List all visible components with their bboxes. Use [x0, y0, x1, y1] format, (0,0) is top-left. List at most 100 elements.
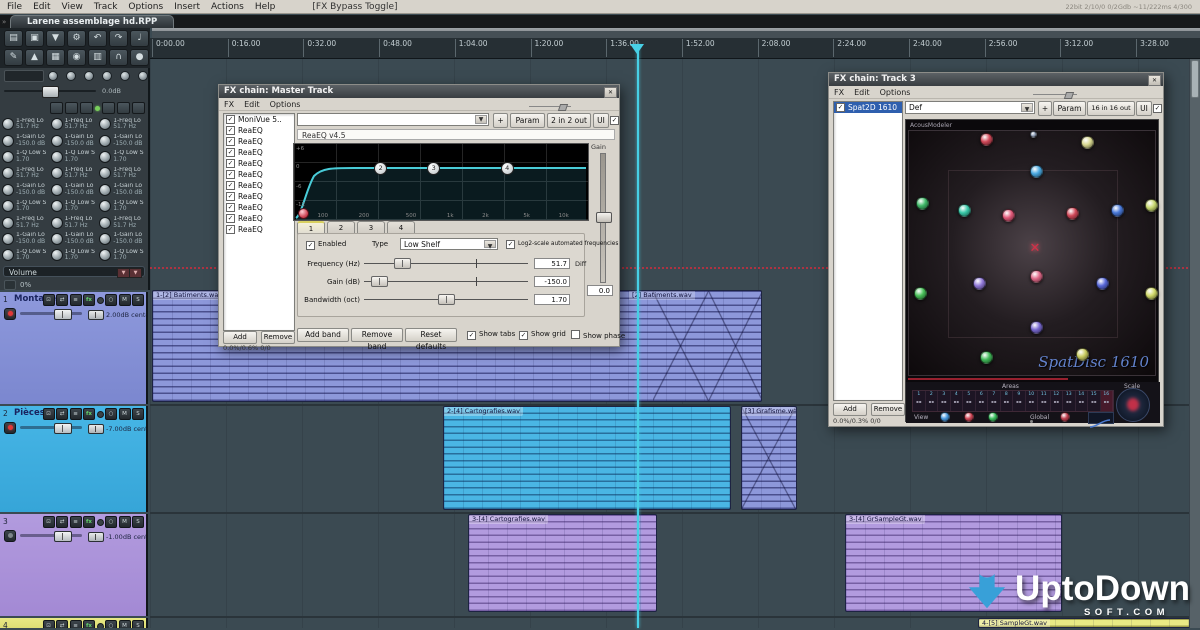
param-knob-cell[interactable]: 1-Gain Lo-150.0 dB — [51, 132, 100, 148]
menu-item-view[interactable]: View — [62, 2, 83, 12]
wet-dry-slider[interactable] — [1033, 92, 1077, 97]
save-project-icon[interactable]: ▼ — [46, 30, 65, 47]
window-title-bar[interactable]: FX chain: Track 3 — [829, 73, 1163, 86]
view-ball-blue[interactable] — [940, 412, 950, 422]
knob-icon[interactable] — [51, 118, 63, 130]
snap-icon[interactable]: ▲ — [25, 49, 44, 66]
knob-icon[interactable] — [99, 167, 111, 179]
menu-item-help[interactable]: Help — [255, 2, 276, 12]
check-show-phase[interactable]: Show phase — [571, 330, 625, 340]
slider-thumb[interactable] — [394, 258, 411, 269]
folder-button[interactable]: ⊡ — [43, 620, 55, 628]
window-menu-options[interactable]: Options — [880, 88, 911, 97]
menu-item-actions[interactable]: Actions — [211, 2, 244, 12]
window-title-bar[interactable]: FX chain: Master Track — [219, 85, 619, 98]
panner-ball[interactable] — [1145, 287, 1158, 300]
fx-checkbox[interactable]: ✓ — [226, 192, 235, 201]
chevron-down-icon[interactable]: ▼ — [1021, 103, 1033, 112]
record-arm-button[interactable] — [4, 308, 16, 320]
playhead-cursor[interactable] — [637, 44, 639, 628]
knob-icon[interactable] — [51, 249, 63, 261]
panel-tab[interactable] — [4, 70, 44, 82]
fx-list-item[interactable]: ✓ReaEQ — [224, 202, 294, 213]
param-knob-cell[interactable]: 1-Freq Lo51.7 Hz — [2, 116, 51, 132]
center-marker-icon[interactable]: ✕ — [1030, 241, 1041, 256]
channel-cell-5[interactable]: 5▪▪ — [963, 391, 976, 411]
param-value[interactable]: -150.0 — [534, 276, 570, 287]
param-knob-cell[interactable]: 1-Gain Lo-150.0 dB — [51, 182, 100, 198]
phase-button[interactable]: ○ — [105, 408, 117, 420]
fx-checkbox[interactable]: ✓ — [226, 225, 235, 234]
channel-cell-8[interactable]: 8▪▪ — [1001, 391, 1014, 411]
knob-icon[interactable] — [99, 118, 111, 130]
window-menu-fx[interactable]: FX — [224, 100, 234, 109]
media-item[interactable]: [3] Grafisme.wav — [741, 406, 797, 510]
param-value[interactable]: 51.7 — [534, 258, 570, 269]
param-knob-cell[interactable]: 1-Gain Lo-150.0 dB — [2, 132, 51, 148]
pan-knob[interactable] — [88, 310, 104, 320]
mini-knob-icon[interactable] — [48, 71, 58, 81]
check-show-tabs[interactable]: ✓Show tabs — [467, 330, 515, 340]
channel-cell-12[interactable]: 12▪▪ — [1051, 391, 1064, 411]
fader-thumb[interactable] — [54, 309, 72, 320]
grid-icon[interactable]: ▦ — [46, 49, 65, 66]
param-knob-cell[interactable]: 1-Q Low S1.70 — [2, 198, 51, 214]
param-knob-cell[interactable]: 1-Q Low S1.70 — [99, 247, 148, 263]
knob-icon[interactable] — [51, 200, 63, 212]
param-knob-cell[interactable]: 1-Gain Lo-150.0 dB — [99, 231, 148, 247]
menu-item-options[interactable]: Options — [128, 2, 163, 12]
param-knob-cell[interactable]: 1-Freq Lo51.7 Hz — [51, 165, 100, 181]
bottom-button-remove-band[interactable]: Remove band — [351, 328, 403, 342]
route-button[interactable]: ⇄ — [56, 516, 68, 528]
knob-icon[interactable] — [2, 118, 14, 130]
env-button[interactable]: ≡ — [70, 408, 82, 420]
envelope-down-button[interactable]: ▼ — [129, 268, 142, 278]
window-menu-options[interactable]: Options — [270, 100, 301, 109]
channel-cell-10[interactable]: 10▪▪ — [1026, 391, 1039, 411]
fx-list-item[interactable]: ✓ReaEQ — [224, 158, 294, 169]
volume-fader[interactable] — [20, 426, 82, 429]
route-button[interactable]: ⇄ — [56, 294, 68, 306]
param-knob-cell[interactable]: 1-Freq Lo51.7 Hz — [99, 165, 148, 181]
env-dot[interactable] — [97, 519, 104, 526]
window-menu-fx[interactable]: FX — [834, 88, 844, 97]
knob-icon[interactable] — [2, 233, 14, 245]
fx-list-item[interactable]: ✓ReaEQ — [224, 147, 294, 158]
timeline-ruler[interactable]: 0:00.000:16.000:32.000:48.001:04.001:20.… — [150, 38, 1200, 59]
mini-knob-icon[interactable] — [120, 71, 130, 81]
chevron-down-icon[interactable]: ▼ — [484, 240, 496, 248]
fx-list-item[interactable]: ✓ReaEQ — [224, 180, 294, 191]
bypass-button[interactable] — [117, 102, 130, 114]
volume-fader[interactable] — [20, 312, 82, 315]
param-knob-cell[interactable]: 1-Gain Lo-150.0 dB — [99, 182, 148, 198]
fx-checkbox[interactable]: ✓ — [226, 159, 235, 168]
param-knob-cell[interactable]: 1-Q Low S1.70 — [2, 149, 51, 165]
channel-cell-14[interactable]: 14▪▪ — [1076, 391, 1089, 411]
add-fx-button[interactable]: Add — [833, 403, 867, 416]
env-button[interactable]: ≡ — [70, 294, 82, 306]
panner-field[interactable]: SpatDisc 1610 ✕ — [908, 130, 1156, 376]
param-knob-cell[interactable]: 1-Q Low S1.70 — [2, 247, 51, 263]
phase-button[interactable]: ○ — [105, 294, 117, 306]
knob-icon[interactable] — [2, 184, 14, 196]
route-button[interactable]: ⇄ — [56, 620, 68, 628]
fx-list-item[interactable]: ✓MoniVue 5.. — [224, 114, 294, 125]
channel-cell-7[interactable]: 7▪▪ — [988, 391, 1001, 411]
trim-button[interactable] — [4, 280, 16, 290]
log-scale-option[interactable]: ✓Log2-scale automated frequencies — [506, 240, 618, 249]
fx-enable-button[interactable] — [80, 102, 93, 114]
param-knob-cell[interactable]: 1-Q Low S1.70 — [51, 198, 100, 214]
bottom-button-add-band[interactable]: Add band — [297, 328, 349, 342]
env-active-dot[interactable] — [95, 106, 100, 111]
knob-icon[interactable] — [99, 135, 111, 147]
fx-list-item[interactable]: ✓ReaEQ — [224, 191, 294, 202]
slider-thumb[interactable] — [371, 276, 388, 287]
fx-checkbox[interactable]: ✓ — [226, 214, 235, 223]
channel-cell-9[interactable]: 9▪▪ — [1013, 391, 1026, 411]
fx-chain-track3-window[interactable]: FX chain: Track 3 ✕ FXEditOptions ✓Spat2… — [828, 72, 1164, 427]
param-value[interactable]: 1.70 — [534, 294, 570, 305]
knob-icon[interactable] — [99, 233, 111, 245]
fx-checkbox[interactable]: ✓ — [226, 137, 235, 146]
io-button[interactable]: 2 in 2 out — [547, 113, 591, 128]
new-project-icon[interactable]: ▤ — [4, 30, 23, 47]
